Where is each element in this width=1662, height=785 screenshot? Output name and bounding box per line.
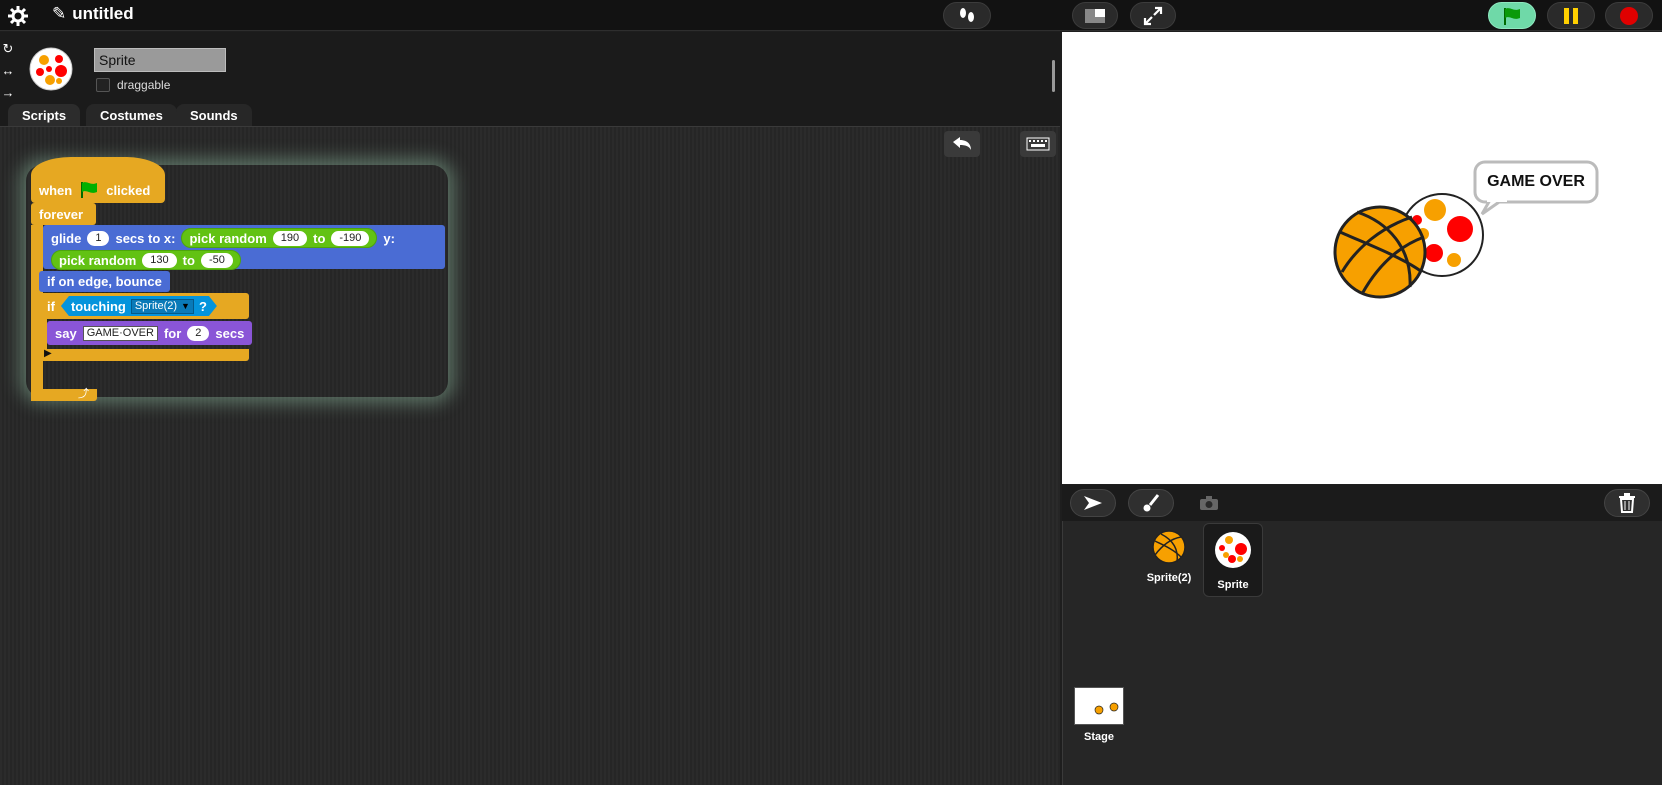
keyboard-button[interactable] xyxy=(1020,131,1056,157)
camera-icon xyxy=(1200,496,1218,510)
pick-random-y-from[interactable]: 130 xyxy=(142,252,177,268)
fullscreen-button[interactable] xyxy=(1130,2,1176,29)
loop-arrow-icon: ⤴ xyxy=(78,388,89,400)
pick-random-y-to[interactable]: -50 xyxy=(200,252,233,268)
tab-sounds[interactable]: Sounds xyxy=(176,104,252,126)
tab-scripts[interactable]: Scripts xyxy=(8,104,81,126)
touching-block[interactable]: touching Sprite(2) ▼ ? xyxy=(61,296,217,316)
top-bar: ✎ untitled xyxy=(0,0,1662,31)
paintbrush-icon xyxy=(1143,494,1160,512)
sprite-corral: Sprite(2) Sprite Stage xyxy=(1062,521,1662,785)
sprite-thumbnail xyxy=(28,46,74,92)
stop-button[interactable] xyxy=(1605,2,1653,29)
glide-secs-input[interactable]: 1 xyxy=(87,230,110,246)
draggable-label: draggable xyxy=(117,78,171,92)
if-collapse-icon[interactable]: ▶ xyxy=(44,348,52,359)
trash-icon xyxy=(1619,493,1635,513)
when-flag-clicked-block[interactable]: when clicked xyxy=(31,179,158,201)
sprite-basketball[interactable] xyxy=(1333,205,1427,299)
forever-label: forever xyxy=(39,206,84,222)
pause-button[interactable] xyxy=(1547,2,1595,29)
footprints-icon xyxy=(960,7,974,22)
bounce-label: if on edge, bounce xyxy=(47,274,162,289)
scrollbar[interactable] xyxy=(1052,60,1055,92)
settings-icon[interactable] xyxy=(6,4,30,28)
add-turtle-sprite-button[interactable] xyxy=(1070,489,1116,517)
say-block[interactable]: say GAME·OVER for 2 secs xyxy=(47,321,253,345)
touching-label: touching xyxy=(70,298,126,314)
when-label: when xyxy=(39,182,73,198)
project-title-text: untitled xyxy=(72,4,134,23)
rotation-style-controls: ↻ ↔ → xyxy=(0,38,16,104)
footprints-button[interactable] xyxy=(943,2,991,29)
glide-y-label: y: xyxy=(383,230,395,246)
project-title[interactable]: ✎ untitled xyxy=(52,4,134,24)
normal-stage-button[interactable] xyxy=(1072,2,1118,29)
camera-sprite-button[interactable] xyxy=(1186,489,1232,517)
pick-random-x-block[interactable]: pick random 190 to -190 xyxy=(181,228,378,248)
pause-icon xyxy=(1564,7,1578,24)
undo-button[interactable] xyxy=(944,131,980,157)
speech-text: GAME OVER xyxy=(1487,173,1585,190)
rotate-icon[interactable]: ↻ xyxy=(0,38,16,60)
keyboard-icon xyxy=(1026,137,1050,151)
if-row: if touching Sprite(2) ▼ ? xyxy=(39,295,225,317)
say-text-input[interactable]: GAME·OVER xyxy=(82,325,158,341)
sprite-name-input[interactable] xyxy=(94,48,226,72)
undo-icon xyxy=(953,137,971,150)
touching-q: ? xyxy=(198,298,207,314)
sprite-icon-sprite[interactable]: Sprite xyxy=(1203,523,1263,597)
no-rotate-icon[interactable]: → xyxy=(0,82,16,104)
pick-random-y-block[interactable]: pick random 130 to -50 xyxy=(51,250,241,270)
stage-thumbnail xyxy=(1074,687,1124,725)
say-label: say xyxy=(55,325,77,341)
sprite-label: Sprite xyxy=(1217,579,1249,591)
say-for-label: for xyxy=(163,325,182,341)
basketball-icon xyxy=(1152,530,1186,564)
stage-label: Stage xyxy=(1084,731,1114,743)
glide-row-2: pick random 130 to -50 xyxy=(43,249,249,271)
green-flag-icon xyxy=(1504,7,1520,25)
if-label: if xyxy=(47,298,55,314)
left-right-icon[interactable]: ↔ xyxy=(0,60,16,82)
sprite-label: Sprite(2) xyxy=(1146,572,1192,584)
pick-random-to-label: to xyxy=(313,230,326,246)
expand-icon xyxy=(1143,6,1163,25)
pick-random-x-to[interactable]: -190 xyxy=(331,230,370,246)
pick-random-to-label: to xyxy=(182,252,195,268)
say-secs-input[interactable]: 2 xyxy=(187,325,210,341)
touching-target-dropdown[interactable]: Sprite(2) ▼ xyxy=(131,299,194,314)
pick-random-label: pick random xyxy=(189,230,267,246)
stage[interactable]: GAME OVER xyxy=(1062,32,1662,484)
if-on-edge-bounce-block[interactable]: if on edge, bounce xyxy=(39,271,170,292)
stage-canvas xyxy=(1333,160,1599,299)
paint-new-sprite-button[interactable] xyxy=(1128,489,1174,517)
pencil-icon: ✎ xyxy=(52,4,67,23)
sprite-icon-sprite2[interactable]: Sprite(2) xyxy=(1141,527,1197,589)
scripts-area[interactable]: when clicked forever ⤴ glide 1 secs to x… xyxy=(0,126,1060,785)
touching-target: Sprite(2) xyxy=(134,300,178,312)
stop-icon xyxy=(1620,6,1638,25)
egg-icon xyxy=(1215,532,1251,568)
green-flag-icon xyxy=(81,182,98,198)
turtle-arrow-icon xyxy=(1084,496,1102,510)
glide-row: glide 1 secs to x: pick random 190 to -1… xyxy=(43,227,403,249)
dropdown-arrow-icon: ▼ xyxy=(181,301,190,311)
say-secs-label: secs xyxy=(215,325,245,341)
glide-secs-to-x-label: secs to x: xyxy=(115,230,176,246)
clicked-label: clicked xyxy=(106,182,151,198)
stage-icon[interactable]: Stage xyxy=(1073,687,1125,747)
pick-random-x-from[interactable]: 190 xyxy=(272,230,308,246)
green-flag-button[interactable] xyxy=(1488,2,1536,29)
if-foot xyxy=(39,349,249,361)
draggable-checkbox[interactable] xyxy=(96,78,110,92)
tab-costumes[interactable]: Costumes xyxy=(86,104,177,126)
corral-toolbar xyxy=(1062,485,1662,521)
delete-sprite-button[interactable] xyxy=(1604,489,1650,517)
normal-stage-icon xyxy=(1085,8,1105,23)
pick-random-label: pick random xyxy=(59,252,137,268)
glide-label: glide xyxy=(51,230,82,246)
